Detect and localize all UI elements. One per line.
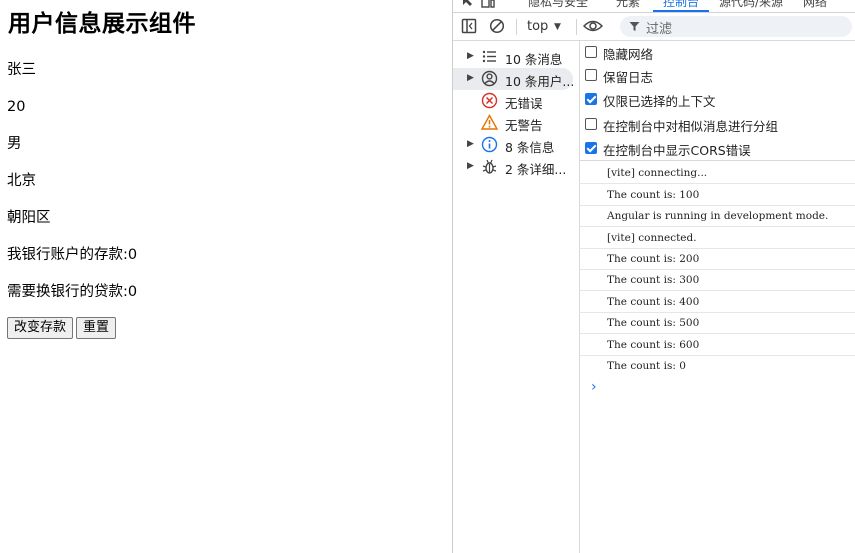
tab-sources[interactable]: 源代码/来源 [719,0,783,10]
sidebar-item-info[interactable]: ▶ 8 条信息 [453,134,579,156]
sidebar-item-label: 10 条消息 [505,52,563,67]
options-divider [579,160,855,161]
user-name: 张三 [7,62,36,78]
console-sidebar: ▶ 10 条消息 ▶ 10 条用户... 无错误 无警告 ▶ 8 条信息 ▶ 2… [453,41,580,553]
device-toolbar-icon[interactable] [481,0,495,9]
checkbox[interactable] [585,46,597,58]
list-icon [482,50,496,63]
tab-privacy-security[interactable]: 隐私与安全 [528,0,588,10]
sidebar-item-errors[interactable]: 无错误 [453,90,579,112]
console-message: The count is: 300 [579,270,855,291]
devtools-panel: 隐私与安全 元素 控制台 源代码/来源 网络 top ▼ 过滤 ▶ 10 条消息… [452,0,855,553]
checkbox-checked[interactable] [585,93,597,105]
devtools-tabbar: 隐私与安全 元素 控制台 源代码/来源 网络 [453,0,855,13]
console-toolbar: top ▼ 过滤 [453,13,855,41]
console-message: The count is: 500 [579,313,855,334]
console-message: The count is: 0 [607,360,686,372]
inspect-cursor-icon[interactable] [461,0,475,9]
clear-console-icon[interactable] [489,18,505,34]
user-district: 朝阳区 [7,210,51,226]
filter-placeholder: 过滤 [646,22,673,37]
checkbox[interactable] [585,69,597,81]
page-title: 用户信息展示组件 [8,11,196,37]
chevron-right-icon[interactable]: ▶ [467,161,474,171]
tab-network[interactable]: 网络 [803,0,827,10]
sidebar-item-verbose[interactable]: ▶ 2 条详细... [453,156,579,178]
sidebar-item-warnings[interactable]: 无警告 [453,112,579,134]
sidebar-item-label: 10 条用户... [505,74,575,89]
toolbar-divider [576,19,577,35]
error-icon [481,92,498,109]
checkbox-checked[interactable] [585,142,597,154]
checkbox[interactable] [585,118,597,130]
sidebar-item-label: 2 条详细... [505,162,567,177]
console-message: [vite] connecting... [579,163,855,184]
user-gender: 男 [7,136,22,152]
console-message: [vite] connected. [579,228,855,249]
active-tab-indicator [653,10,709,12]
console-prompt-icon[interactable]: › [591,379,597,395]
info-icon [481,136,498,153]
console-message: The count is: 200 [579,249,855,270]
context-selector[interactable]: top [527,19,548,34]
sidebar-item-label: 无错误 [505,96,543,111]
user-icon [481,70,498,87]
loan-text: 需要换银行的贷款:0 [7,284,138,300]
reset-button[interactable]: 重置 [76,317,117,339]
filter-input[interactable]: 过滤 [620,16,852,37]
sidebar-item-messages[interactable]: ▶ 10 条消息 [453,46,579,68]
filter-icon [629,22,640,31]
chevron-down-icon[interactable]: ▼ [554,22,561,32]
console-message: Angular is running in development mode. [579,206,855,227]
sidebar-item-user-messages[interactable]: ▶ 10 条用户... [453,68,575,90]
warning-icon [481,114,498,130]
user-city: 北京 [7,173,36,189]
chevron-right-icon[interactable]: ▶ [467,73,474,83]
console-message: The count is: 400 [579,292,855,313]
sidebar-item-label: 无警告 [505,118,543,133]
chevron-right-icon[interactable]: ▶ [467,51,474,61]
sidebar-toggle-icon[interactable] [461,18,477,34]
eye-icon[interactable] [583,18,603,34]
app-page: 用户信息展示组件 张三 20 男 北京 朝阳区 我银行账户的存款:0 需要换银行… [0,0,452,553]
tab-elements[interactable]: 元素 [616,0,640,10]
sidebar-item-label: 8 条信息 [505,140,555,155]
console-message: The count is: 100 [579,185,855,206]
change-deposit-button[interactable]: 改变存款 [7,317,74,339]
bug-icon [482,159,497,174]
toolbar-divider [516,19,517,35]
console-message: The count is: 600 [579,335,855,356]
chevron-right-icon[interactable]: ▶ [467,139,474,149]
tab-console[interactable]: 控制台 [663,0,699,10]
user-age: 20 [7,99,26,115]
deposit-text: 我银行账户的存款:0 [7,247,138,263]
